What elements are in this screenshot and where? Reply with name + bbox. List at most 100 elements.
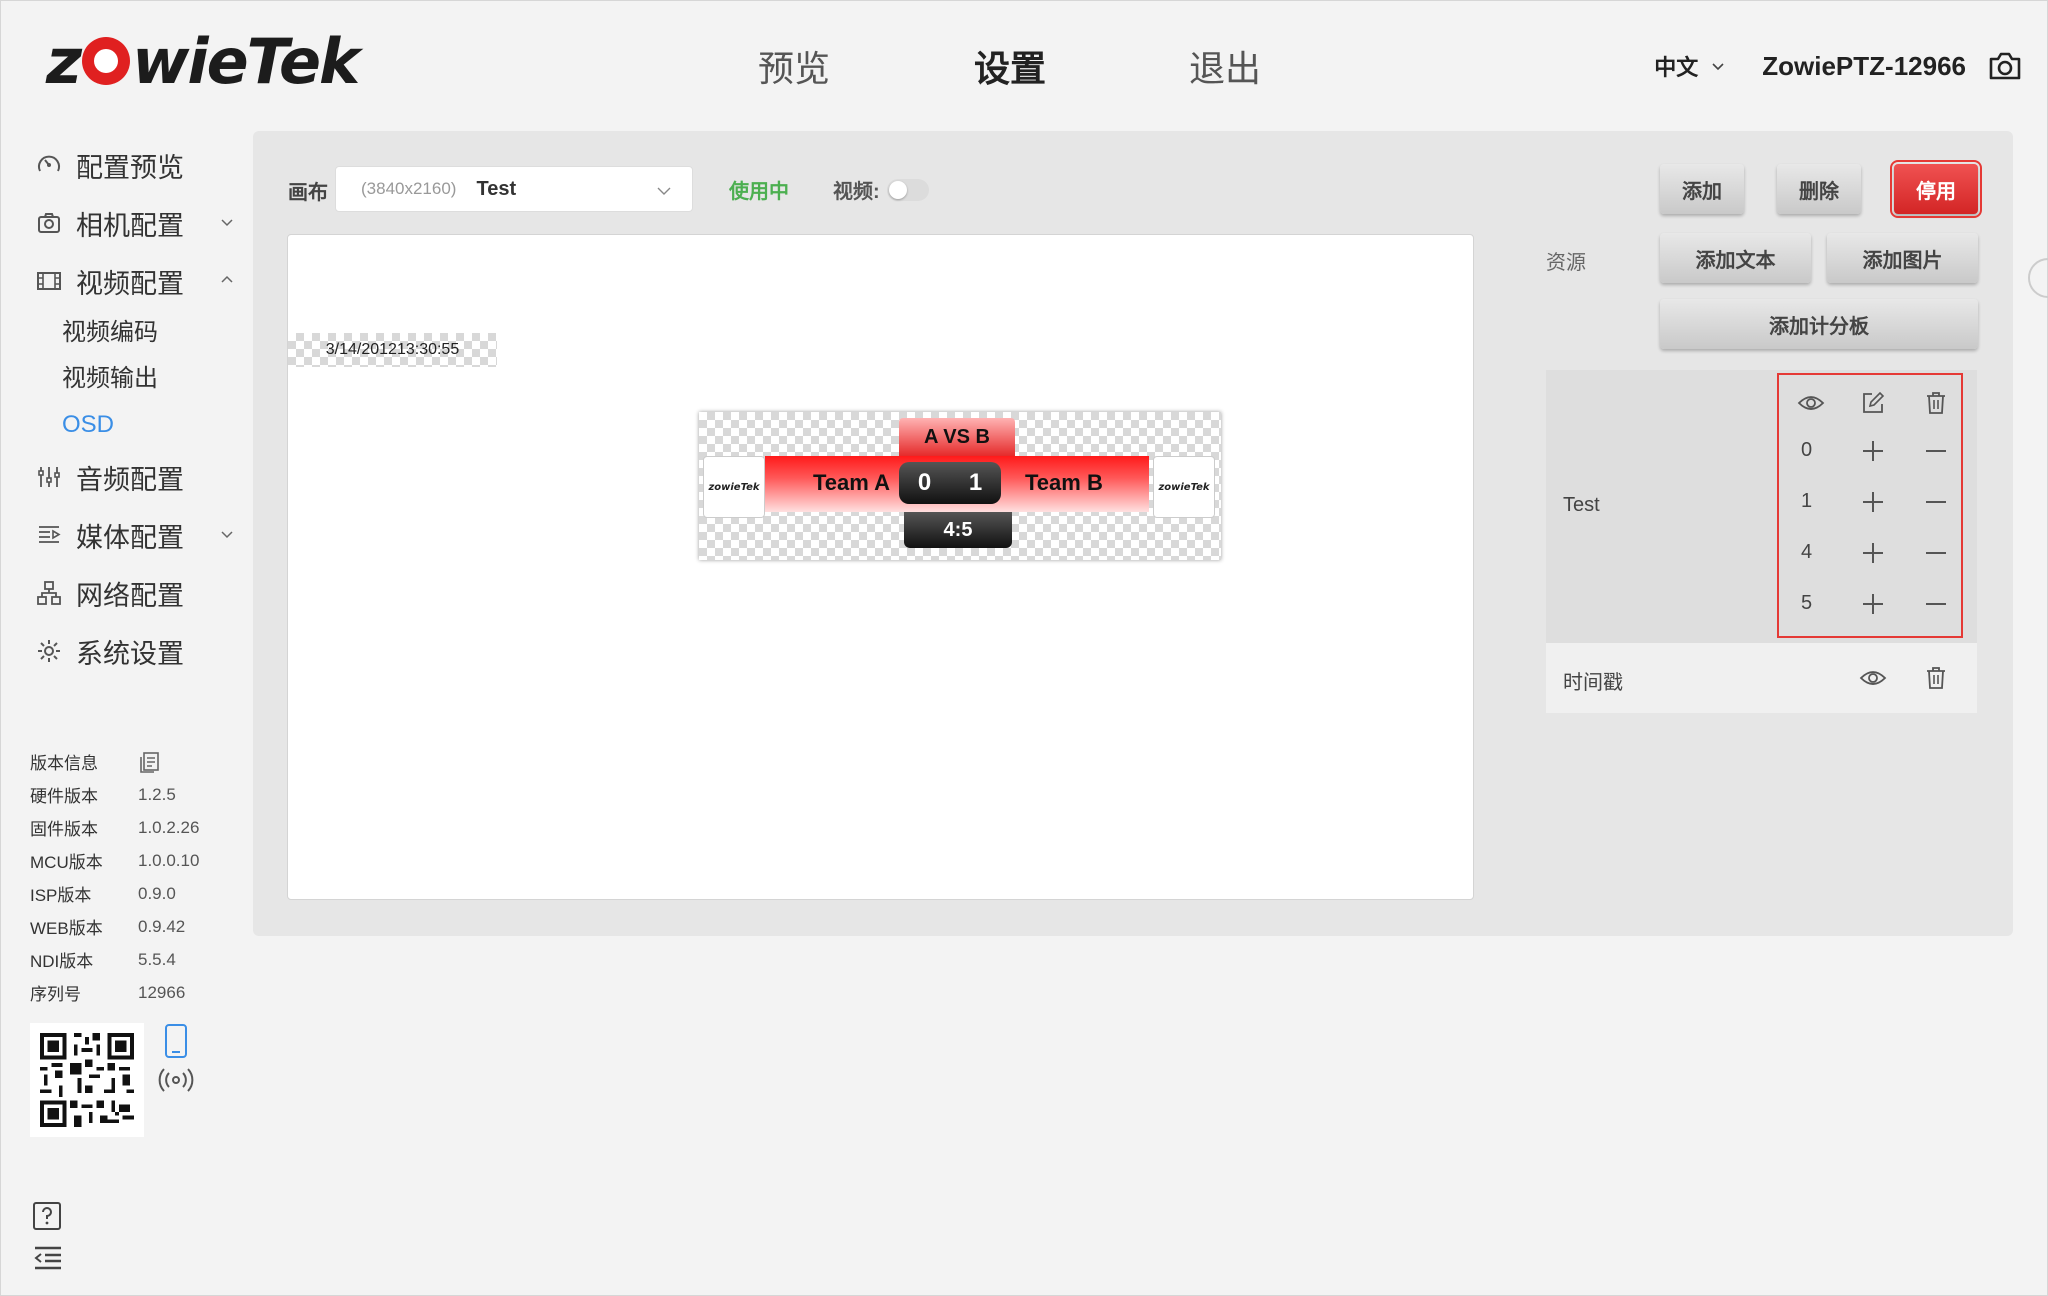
team-b-score: 1: [968, 469, 983, 496]
mobile-phone-icon[interactable]: [163, 1024, 189, 1058]
minus-icon[interactable]: [1922, 539, 1950, 567]
plus-icon[interactable]: [1859, 590, 1887, 618]
timestamp-text: 3/14/201213:30:55: [325, 341, 460, 358]
media-icon: [36, 522, 62, 548]
plus-icon[interactable]: [1859, 488, 1887, 516]
sidebar-item-system-settings[interactable]: 系统设置: [36, 622, 236, 680]
plus-icon[interactable]: [1859, 539, 1887, 567]
chevron-up-icon: [221, 275, 233, 283]
version-row: 硬件版本 1.2.5: [30, 778, 240, 811]
version-key: MCU版本: [30, 853, 103, 872]
sidebar-item-config-preview[interactable]: 配置预览: [36, 136, 236, 194]
status-badge: 使用中: [729, 181, 789, 203]
add-scoreboard-button[interactable]: 添加计分板: [1660, 299, 1978, 349]
help-icon[interactable]: [32, 1201, 62, 1231]
score-value: 0: [1801, 439, 1813, 461]
scoreboard-time: 4:5: [904, 512, 1012, 548]
layer-name: Test: [1563, 494, 1600, 516]
scoreboard-overlay[interactable]: A VS B zowieTek Team A 0 1 Team B zowieT…: [699, 412, 1221, 560]
trash-icon[interactable]: [1922, 664, 1950, 692]
sidebar-item-video-config[interactable]: 视频配置: [36, 252, 236, 310]
sidebar-item-network-config[interactable]: 网络配置: [36, 564, 236, 622]
minus-icon[interactable]: [1922, 590, 1950, 618]
version-title-row: 版本信息: [30, 745, 240, 778]
version-value: 0.9.42: [138, 916, 186, 936]
version-value: 1.0.2.26: [138, 817, 200, 837]
version-key: WEB版本: [30, 919, 103, 938]
score-value: 1: [1801, 490, 1813, 512]
layer-name: 时间戳: [1563, 672, 1623, 694]
version-row: ISP版本 0.9.0: [30, 877, 240, 910]
collapse-menu-icon[interactable]: [33, 1245, 63, 1271]
sidebar-item-label: 相机配置: [76, 210, 184, 241]
video-toggle[interactable]: [887, 179, 929, 201]
team-b-logo: zowieTek: [1153, 456, 1215, 518]
sidebar-item-label: 系统设置: [76, 638, 184, 669]
score-row: 0: [1779, 431, 1961, 471]
scoreboard-layer[interactable]: Test 0 1 4 5: [1546, 370, 1977, 643]
plus-icon[interactable]: [1859, 437, 1887, 465]
header-right: 中文 ZowiePTZ-12966: [1654, 50, 2022, 82]
nav-settings[interactable]: 设置: [974, 40, 1046, 92]
language-select[interactable]: 中文: [1654, 50, 1726, 82]
timestamp-layer[interactable]: 时间戳: [1546, 643, 1977, 713]
qr-code: [30, 1023, 144, 1137]
team-a-logo: zowieTek: [703, 456, 765, 518]
score-value: 4: [1801, 541, 1813, 563]
eye-icon[interactable]: [1859, 664, 1887, 692]
edit-icon[interactable]: [1859, 389, 1887, 417]
minus-icon[interactable]: [1922, 437, 1950, 465]
chevron-down-icon: [221, 219, 233, 227]
sidebar-sub-video-output[interactable]: 视频输出: [36, 356, 236, 402]
canvas-name: Test: [476, 177, 517, 200]
minus-icon[interactable]: [1922, 488, 1950, 516]
delete-button[interactable]: 删除: [1777, 164, 1861, 214]
osd-preview-canvas[interactable]: 3/14/201213:30:55 A VS B zowieTek Team A…: [287, 234, 1474, 900]
nav-logout[interactable]: 退出: [1189, 40, 1261, 92]
timestamp-overlay[interactable]: 3/14/201213:30:55: [288, 333, 497, 367]
scoreboard-bar: Team A 0 1 Team B: [765, 456, 1149, 512]
team-a-score: 0: [917, 469, 932, 496]
nav-preview[interactable]: 预览: [758, 40, 830, 92]
chevron-down-icon: [221, 531, 233, 539]
add-image-button[interactable]: 添加图片: [1827, 233, 1978, 283]
version-key: NDI版本: [30, 952, 94, 971]
version-key: 硬件版本: [30, 787, 98, 806]
version-value: 12966: [138, 982, 186, 1002]
score-row: 1: [1779, 482, 1961, 522]
version-row: 固件版本 1.0.2.26: [30, 811, 240, 844]
resources-label: 资源: [1546, 252, 1586, 274]
sidebar-item-label: 配置预览: [76, 152, 184, 183]
trash-icon[interactable]: [1922, 389, 1950, 417]
version-row: NDI版本 5.5.4: [30, 943, 240, 976]
copy-icon[interactable]: [138, 750, 162, 774]
version-key: ISP版本: [30, 886, 92, 905]
sidebar-item-label: 音频配置: [76, 464, 184, 495]
scoreboard-title: A VS B: [899, 418, 1015, 456]
add-text-button[interactable]: 添加文本: [1660, 233, 1811, 283]
version-info: 版本信息 硬件版本 1.2.5 固件版本 1.0.2.26 MCU版本 1.0.0.1…: [30, 745, 240, 1009]
sidebar-sub-osd[interactable]: OSD: [36, 402, 236, 448]
canvas-label: 画布: [288, 182, 328, 204]
canvas-select[interactable]: (3840x2160) Test: [335, 166, 693, 212]
network-icon: [36, 580, 62, 606]
broadcast-signal-icon[interactable]: [158, 1066, 194, 1094]
sidebar-menu: 配置预览 相机配置 视频配置 视频编码 视频输出 OSD 音频配置 媒体配置 网…: [36, 136, 236, 680]
sidebar-item-label: 视频配置: [76, 268, 184, 299]
add-button[interactable]: 添加: [1660, 164, 1744, 214]
sidebar-item-audio-config[interactable]: 音频配置: [36, 448, 236, 506]
version-row: 序列号 12966: [30, 976, 240, 1009]
sidebar-item-camera-config[interactable]: 相机配置: [36, 194, 236, 252]
version-value: 1.2.5: [138, 784, 176, 804]
video-label: 视频:: [833, 181, 880, 203]
sidebar-sub-video-encoding[interactable]: 视频编码: [36, 310, 236, 356]
dashboard-icon: [36, 152, 62, 178]
eye-icon[interactable]: [1797, 389, 1825, 417]
sidebar-item-media-config[interactable]: 媒体配置: [36, 506, 236, 564]
disable-button[interactable]: 停用: [1890, 160, 1982, 218]
team-b-name: Team B: [1025, 470, 1103, 495]
version-title: 版本信息: [30, 754, 98, 773]
score-box: 0 1: [899, 462, 1001, 504]
camera-icon: [36, 210, 62, 236]
snapshot-camera-icon[interactable]: [1988, 51, 2022, 81]
